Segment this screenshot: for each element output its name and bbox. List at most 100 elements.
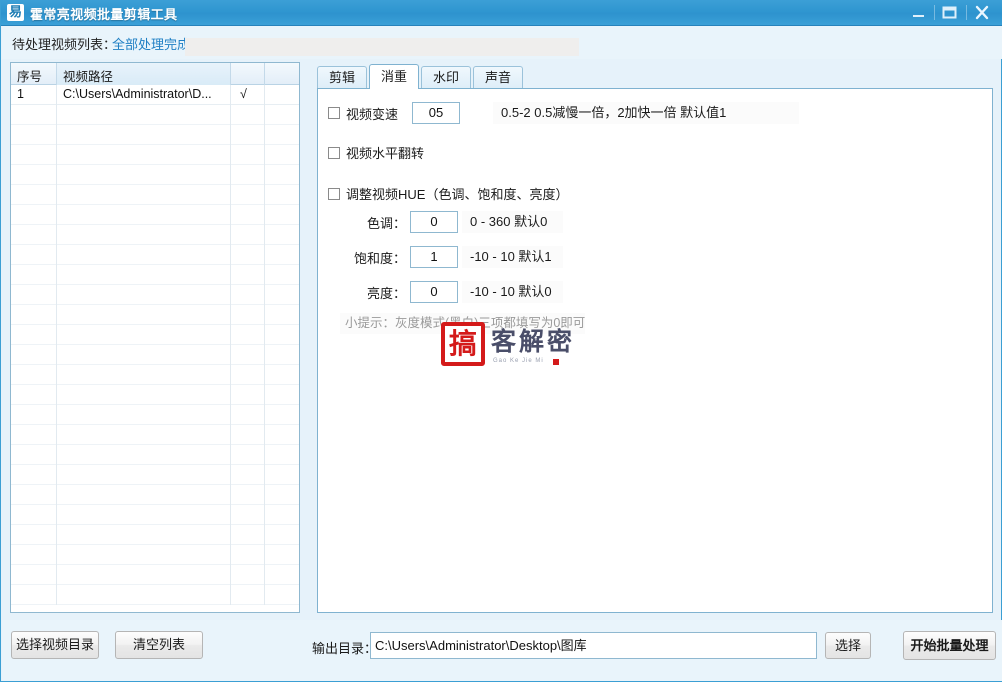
table-cell-empty — [11, 485, 57, 505]
title-bar: 易 霍常亮视频批量剪辑工具 — [1, 0, 1002, 26]
video-speed-input[interactable]: 05 — [412, 102, 461, 124]
table-cell-empty — [231, 545, 265, 565]
clear-list-button[interactable]: 清空列表 — [115, 631, 203, 659]
table-row-empty — [11, 225, 299, 245]
table-row-empty — [11, 205, 299, 225]
choose-video-directory-button[interactable]: 选择视频目录 — [11, 631, 99, 659]
table-row[interactable]: 1 C:\Users\Administrator\D... √ — [11, 85, 299, 105]
application-window: 易 霍常亮视频批量剪辑工具 待处理视频列表： 全部处理完成！ 序号 视频路径 1… — [0, 0, 1002, 682]
table-cell-empty — [57, 345, 231, 365]
table-cell-empty — [265, 425, 299, 445]
output-directory-input[interactable]: C:\Users\Administrator\Desktop\图库 — [370, 632, 817, 659]
minimize-button[interactable] — [905, 2, 931, 23]
hue-saturation-input[interactable]: 1 — [410, 246, 458, 268]
table-cell-empty — [11, 245, 57, 265]
table-cell-empty — [231, 465, 265, 485]
video-hue-checkbox[interactable] — [328, 187, 340, 200]
table-cell-extra — [265, 85, 299, 105]
table-cell-empty — [231, 165, 265, 185]
table-cell-empty — [57, 385, 231, 405]
table-cell-empty — [11, 445, 57, 465]
table-cell-empty — [265, 465, 299, 485]
browse-output-button[interactable]: 选择 — [825, 632, 871, 659]
video-speed-row: 视频变速 05 0.5-2 0.5减慢一倍，2加快一倍 默认值1 — [328, 102, 800, 124]
video-hue-label: 调整视频HUE（色调、饱和度、亮度） — [346, 187, 569, 202]
hue-brightness-label: 亮度： — [366, 285, 406, 301]
list-body: 1 C:\Users\Administrator\D... √ — [11, 85, 299, 605]
table-cell-empty — [265, 265, 299, 285]
tab-0[interactable]: 剪辑 — [317, 66, 368, 89]
table-cell-empty — [231, 265, 265, 285]
table-row-empty — [11, 465, 299, 485]
table-cell-empty — [265, 505, 299, 525]
table-row-empty — [11, 485, 299, 505]
table-cell-empty — [231, 565, 265, 585]
tab-panel-dedup: 视频变速 05 0.5-2 0.5减慢一倍，2加快一倍 默认值1 视频水平翻转 … — [317, 88, 993, 613]
table-cell-empty — [11, 365, 57, 385]
hue-brightness-input[interactable]: 0 — [410, 281, 458, 303]
table-row-empty — [11, 585, 299, 605]
table-cell-empty — [231, 325, 265, 345]
table-cell-empty — [57, 425, 231, 445]
table-cell-empty — [231, 285, 265, 305]
video-hue-row: 调整视频HUE（色调、饱和度、亮度） — [328, 184, 568, 203]
table-cell-empty — [11, 225, 57, 245]
table-cell-empty — [57, 585, 231, 605]
table-cell-empty — [57, 245, 231, 265]
table-cell-empty — [57, 445, 231, 465]
table-row-empty — [11, 165, 299, 185]
video-speed-hint: 0.5-2 0.5减慢一倍，2加快一倍 默认值1 — [493, 102, 800, 124]
table-row-empty — [11, 185, 299, 205]
table-cell-empty — [231, 125, 265, 145]
table-cell-empty — [11, 165, 57, 185]
video-flip-row: 视频水平翻转 — [328, 143, 424, 162]
table-cell-empty — [11, 185, 57, 205]
start-batch-process-button[interactable]: 开始批量处理 — [903, 631, 996, 660]
table-row-empty — [11, 385, 299, 405]
tab-1[interactable]: 消重 — [369, 64, 420, 89]
table-row-empty — [11, 265, 299, 285]
table-cell-empty — [231, 225, 265, 245]
table-cell-empty — [231, 105, 265, 125]
table-cell-empty — [57, 225, 231, 245]
grayscale-tip-row: 小提示：灰度模式(黑白)三项都填写为0即可 — [340, 313, 585, 334]
table-row-empty — [11, 145, 299, 165]
progress-bar — [185, 38, 579, 56]
video-flip-checkbox[interactable] — [328, 146, 340, 159]
bottom-toolbar: 选择视频目录 清空列表 输出目录： C:\Users\Administrator… — [2, 620, 1002, 681]
table-cell-empty — [265, 185, 299, 205]
table-cell-empty — [11, 305, 57, 325]
hue-tone-input[interactable]: 0 — [410, 211, 458, 233]
table-cell-empty — [265, 205, 299, 225]
video-speed-checkbox[interactable] — [328, 107, 340, 119]
table-row-empty — [11, 445, 299, 465]
close-button[interactable] — [969, 2, 995, 23]
table-cell-empty — [57, 525, 231, 545]
table-cell-empty — [57, 485, 231, 505]
tab-2[interactable]: 水印 — [421, 66, 472, 89]
video-speed-label: 视频变速 — [346, 106, 399, 122]
table-cell-empty — [11, 545, 57, 565]
video-flip-label: 视频水平翻转 — [346, 146, 425, 161]
column-header-path[interactable]: 视频路径 — [57, 63, 231, 85]
tab-3[interactable]: 声音 — [473, 66, 524, 89]
table-cell-empty — [57, 325, 231, 345]
table-row-empty — [11, 565, 299, 585]
hue-saturation-label: 饱和度： — [353, 250, 406, 266]
table-cell-empty — [57, 545, 231, 565]
table-cell-empty — [231, 485, 265, 505]
table-cell-empty — [231, 445, 265, 465]
column-header-status[interactable] — [231, 63, 265, 85]
table-row-empty — [11, 125, 299, 145]
table-cell-empty — [265, 125, 299, 145]
column-header-extra[interactable] — [265, 63, 299, 85]
video-list-panel[interactable]: 序号 视频路径 1 C:\Users\Administrator\D... √ — [10, 62, 300, 613]
table-cell-empty — [231, 205, 265, 225]
maximize-button[interactable] — [936, 2, 962, 23]
hue-tone-row: 色调： 0 0 - 360 默认0 — [344, 211, 563, 233]
column-header-index[interactable]: 序号 — [11, 63, 57, 85]
table-cell-empty — [11, 405, 57, 425]
table-cell-empty — [265, 145, 299, 165]
table-cell-empty — [231, 585, 265, 605]
window-control-separator-1 — [934, 5, 935, 20]
